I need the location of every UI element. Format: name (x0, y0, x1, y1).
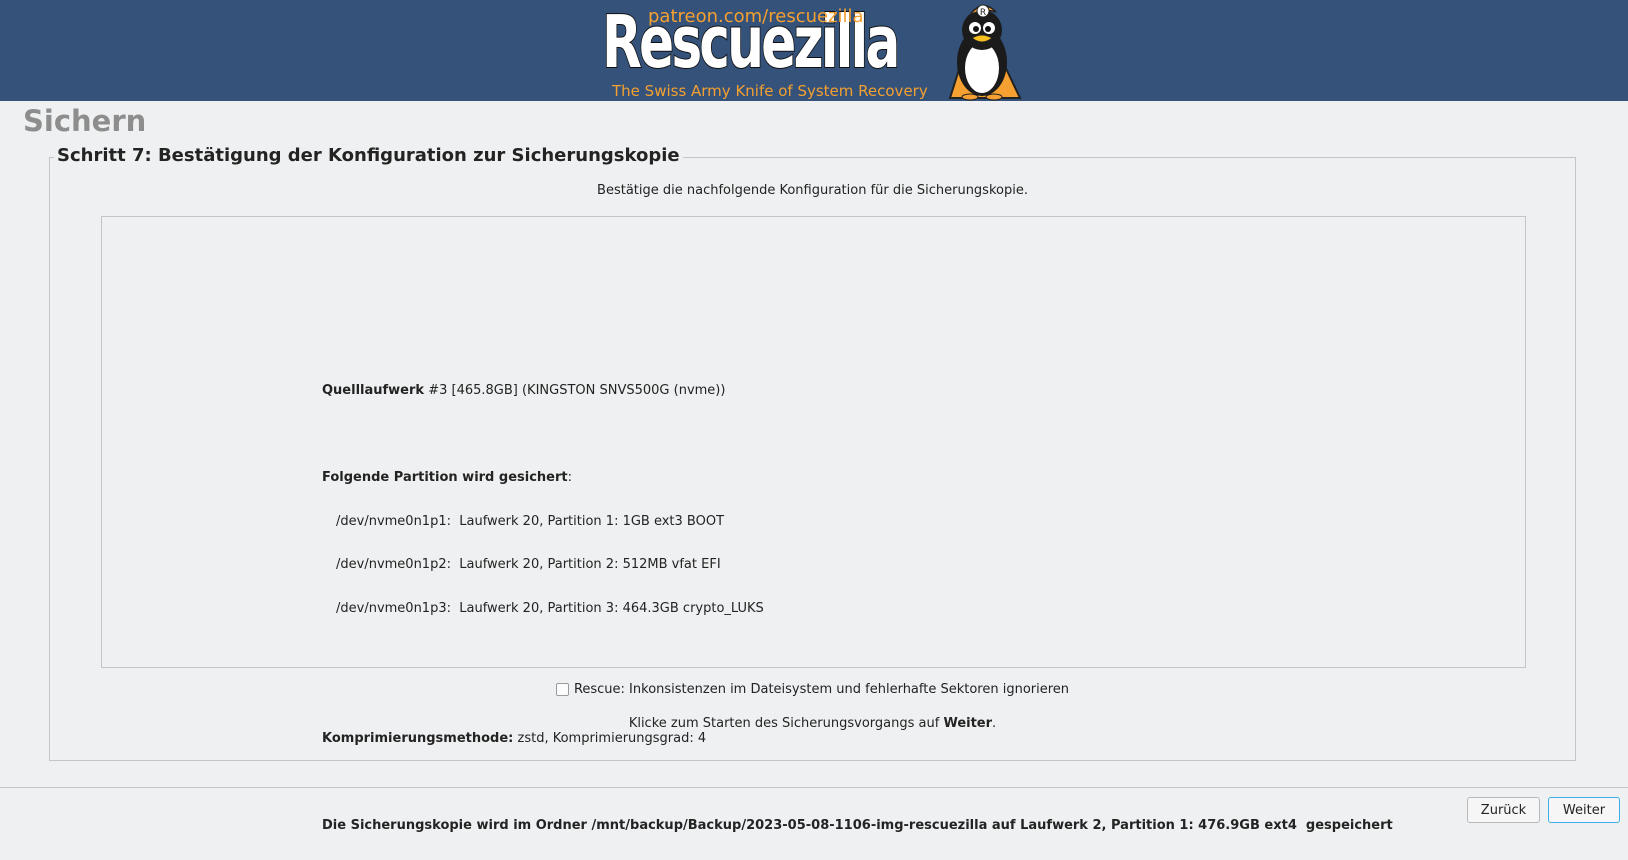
step-instruction: Bestätige die nachfolgende Konfiguration… (597, 183, 1028, 198)
start-hint: Klicke zum Starten des Sicherungsvorgang… (49, 716, 1576, 731)
destination-line: Die Sicherungskopie wird im Ordner /mnt/… (322, 818, 1393, 833)
partition-item: /dev/nvme0n1p2: Laufwerk 20, Partition 2… (336, 557, 721, 572)
header-banner: Rescuezilla patreon.com/rescuezilla The … (0, 0, 1628, 101)
hint-suffix: . (992, 716, 997, 731)
compression-value: zstd, Komprimierungsgrad: 4 (513, 731, 707, 746)
partitions-colon: : (567, 470, 573, 485)
configuration-summary: Quelllaufwerk #3 [465.8GB] (KINGSTON SNV… (322, 355, 1393, 848)
source-drive-label: Quelllaufwerk (322, 383, 425, 398)
partition-item: /dev/nvme0n1p3: Laufwerk 20, Partition 3… (336, 600, 764, 616)
rescue-checkbox[interactable] (555, 683, 569, 696)
rescuezilla-logo: Rescuezilla patreon.com/rescuezilla The … (600, 0, 1024, 101)
source-drive-value: #3 [465.8GB] (KINGSTON SNVS500G (nvme)) (424, 383, 726, 398)
compression-line: Komprimierungsmethode: zstd, Komprimieru… (322, 731, 1393, 747)
next-button[interactable]: Weiter (1548, 797, 1620, 823)
logo-patreon-text: patreon.com/rescuezilla (648, 6, 864, 27)
partitions-label: Folgende Partition wird gesichert (322, 470, 568, 485)
footer-divider (0, 787, 1628, 788)
logo-tagline: The Swiss Army Knife of System Recovery (612, 82, 928, 100)
source-drive-line: Quelllaufwerk #3 [465.8GB] (KINGSTON SNV… (322, 383, 1393, 399)
page-title: Sichern (23, 104, 147, 138)
svg-text:R: R (980, 8, 986, 18)
compression-label: Komprimierungsmethode: (322, 731, 514, 746)
penguin-mascot-icon: R (948, 4, 1022, 101)
hint-prefix: Klicke zum Starten des Sicherungsvorgang… (628, 716, 944, 731)
rescue-option[interactable]: Rescue: Inkonsistenzen im Dateisystem un… (49, 682, 1576, 697)
partition-item: /dev/nvme0n1p1: Laufwerk 20, Partition 1… (336, 513, 725, 529)
hint-bold: Weiter (943, 716, 993, 731)
partitions-heading: Folgende Partition wird gesichert: (322, 470, 1393, 486)
back-button[interactable]: Zurück (1467, 797, 1540, 823)
rescue-checkbox-label[interactable]: Rescue: Inkonsistenzen im Dateisystem un… (574, 682, 1069, 697)
step-legend: Schritt 7: Bestätigung der Konfiguration… (54, 145, 683, 166)
